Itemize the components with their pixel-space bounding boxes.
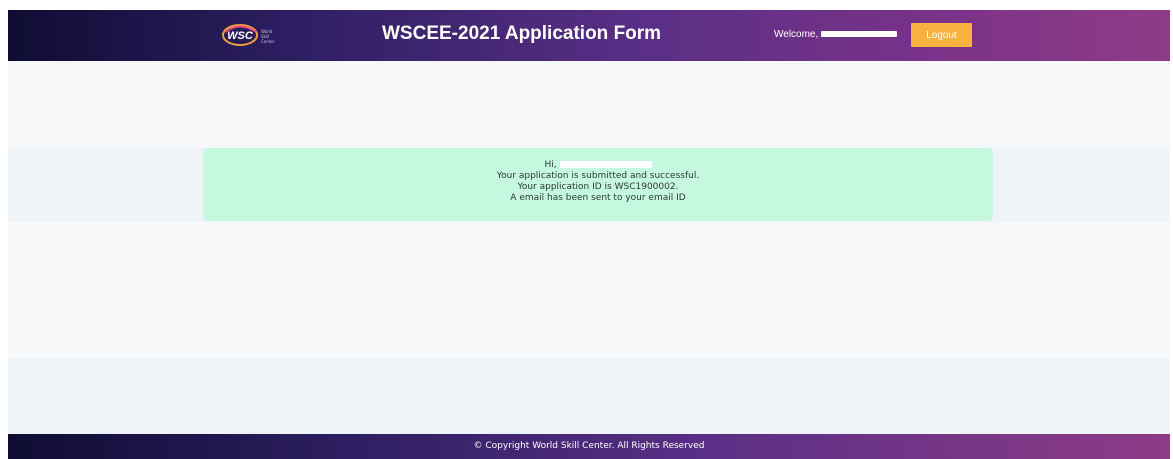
success-alert: Hi, Your application is submitted and su…	[203, 148, 993, 221]
page-title: WSCEE-2021 Application Form	[382, 23, 662, 44]
alert-greeting: Hi,	[544, 160, 557, 170]
welcome-label: Welcome,	[774, 29, 819, 40]
redacted-applicant-name	[559, 161, 652, 168]
copyright-text: © Copyright World Skill Center. All Righ…	[473, 441, 705, 451]
footer-bar: © Copyright World Skill Center. All Righ…	[8, 434, 1170, 459]
content-band	[8, 61, 1170, 148]
redacted-user-name	[821, 31, 898, 38]
page-frame: WSC World Skill Center WSCEE-2021 Applic…	[8, 10, 1170, 459]
logout-button[interactable]: Logout	[911, 23, 972, 47]
logo-subtext: World Skill Center	[261, 29, 275, 44]
logo-text: WSC	[227, 30, 254, 42]
content-band	[8, 222, 1170, 358]
alert-email-notice: A email has been sent to your email ID	[510, 193, 686, 203]
alert-application-id: Your application ID is WSC1900002.	[517, 182, 679, 192]
alert-greeting-line: Hi,	[203, 160, 993, 171]
header-bar: WSC World Skill Center WSCEE-2021 Applic…	[8, 10, 1170, 61]
content-band	[8, 358, 1170, 434]
wsc-logo-icon: WSC	[222, 24, 258, 46]
alert-submitted-message: Your application is submitted and succes…	[496, 171, 700, 181]
wsc-logo[interactable]: WSC World Skill Center	[221, 23, 283, 47]
welcome-message: Welcome,	[774, 29, 898, 40]
